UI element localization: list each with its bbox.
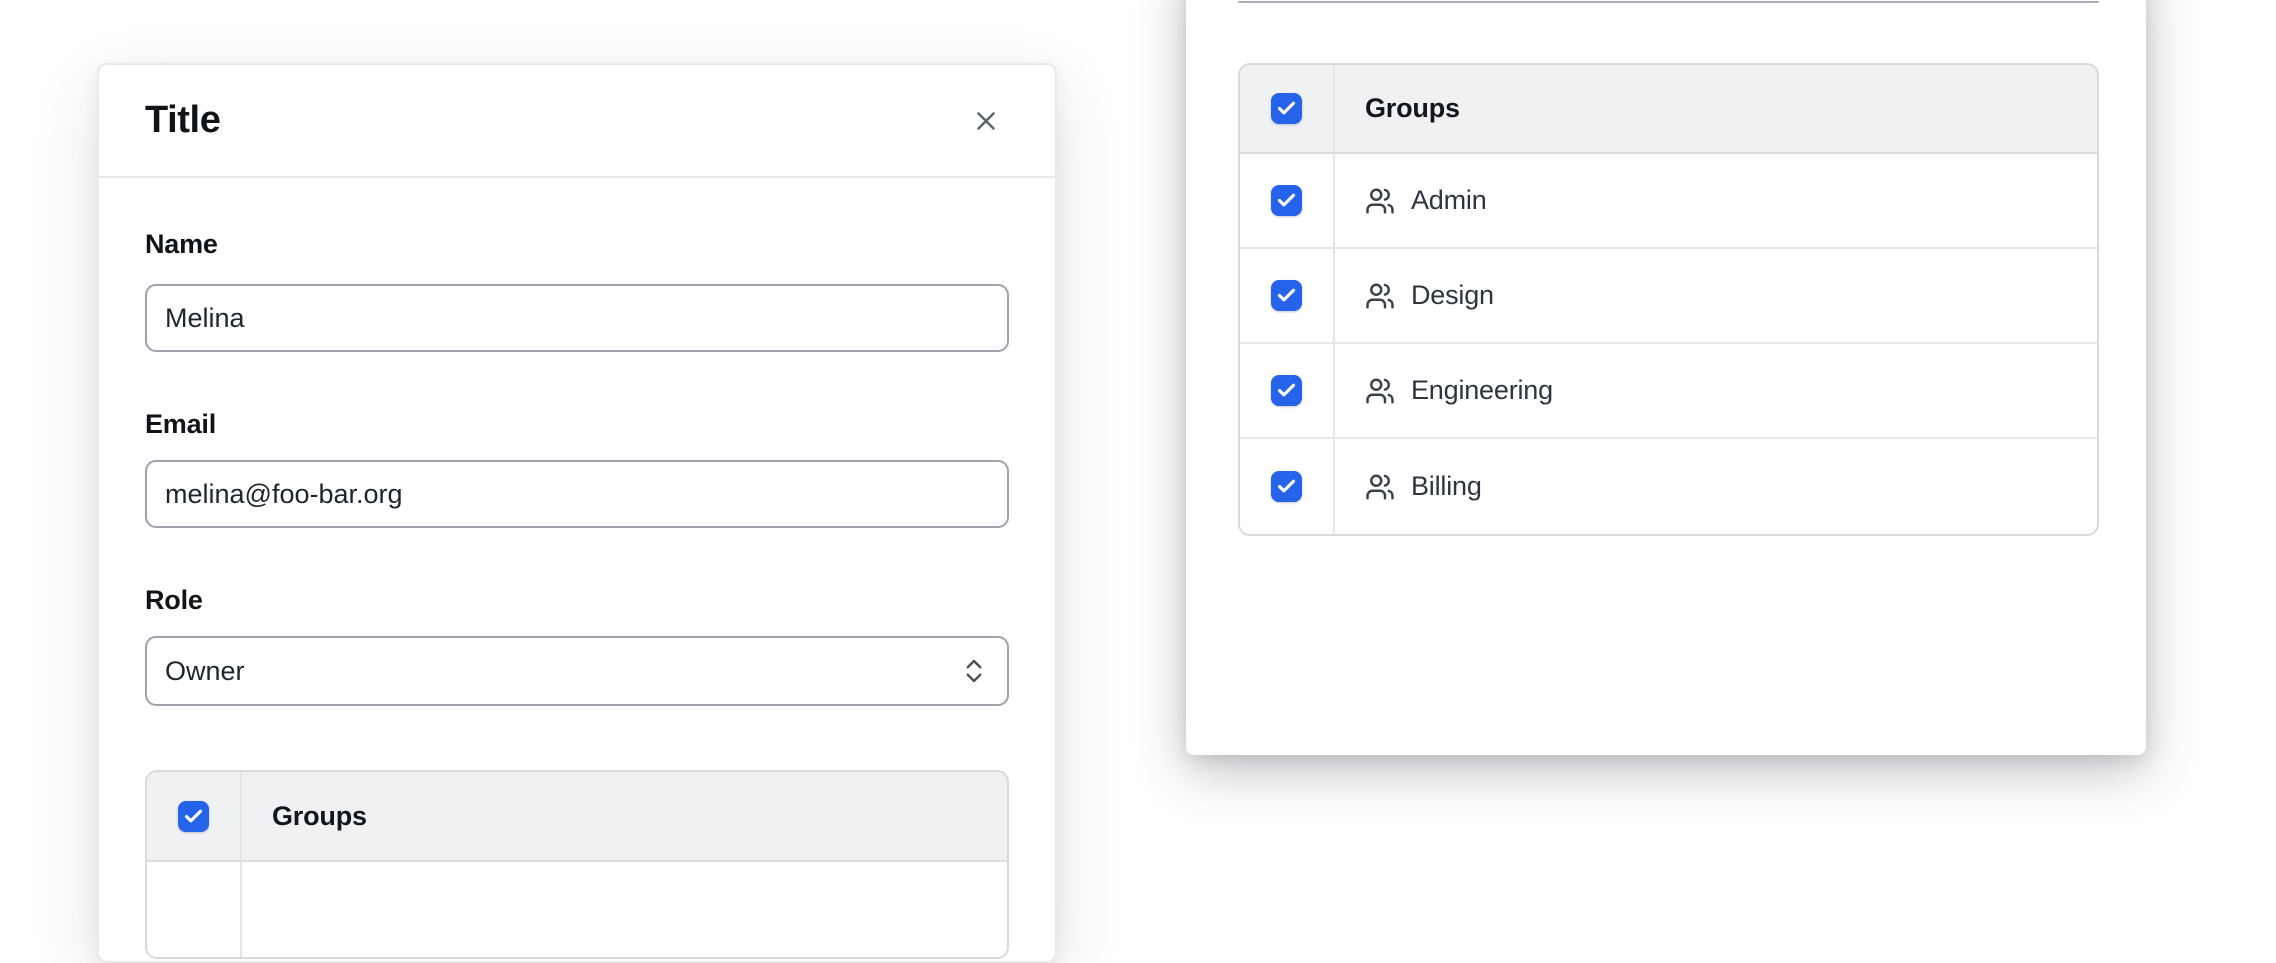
group-name: Design xyxy=(1411,280,1494,311)
table-row xyxy=(147,862,1007,957)
role-select-value: Owner xyxy=(165,656,245,687)
group-name: Admin xyxy=(1411,185,1487,216)
groups-header-label: Groups xyxy=(242,772,1007,860)
table-row-billing: Billing xyxy=(1240,439,2097,534)
header-checkbox-cell xyxy=(147,772,242,860)
row-label-cell: Engineering xyxy=(1335,344,2097,437)
groups-table-header: Groups xyxy=(1240,65,2097,154)
check-icon xyxy=(1276,476,1297,497)
role-select[interactable]: Owner xyxy=(145,636,1009,706)
row-label-cell xyxy=(242,862,1007,957)
row-checkbox-cell xyxy=(1240,249,1335,342)
row-label-cell: Design xyxy=(1335,249,2097,342)
row-checkbox[interactable] xyxy=(1271,471,1302,502)
check-icon xyxy=(183,806,204,827)
select-all-checkbox[interactable] xyxy=(1271,93,1302,124)
select-all-checkbox[interactable] xyxy=(178,801,209,832)
row-checkbox-cell xyxy=(1240,154,1335,247)
groups-detail-panel: Groups Admin xyxy=(1186,0,2146,755)
row-checkbox-cell xyxy=(147,862,242,957)
name-label: Name xyxy=(145,228,1009,260)
row-checkbox[interactable] xyxy=(1271,185,1302,216)
groups-table: Groups Admin xyxy=(1238,63,2099,536)
role-label: Role xyxy=(145,584,1009,616)
table-row-admin: Admin xyxy=(1240,154,2097,249)
close-button[interactable] xyxy=(969,104,1003,138)
row-checkbox-cell xyxy=(1240,344,1335,437)
check-icon xyxy=(1276,380,1297,401)
check-icon xyxy=(1276,285,1297,306)
groups-table: Groups xyxy=(145,770,1009,959)
row-checkbox[interactable] xyxy=(1271,280,1302,311)
row-label-cell: Admin xyxy=(1335,154,2097,247)
check-icon xyxy=(1276,98,1297,119)
users-icon xyxy=(1365,186,1395,216)
table-row-design: Design xyxy=(1240,249,2097,344)
groups-header-label: Groups xyxy=(1335,65,2097,152)
table-row-engineering: Engineering xyxy=(1240,344,2097,439)
check-icon xyxy=(1276,190,1297,211)
users-icon xyxy=(1365,376,1395,406)
users-icon xyxy=(1365,472,1395,502)
user-edit-modal: Title Name Email Role Owner xyxy=(97,63,1057,963)
name-input[interactable] xyxy=(145,284,1009,352)
modal-title: Title xyxy=(145,99,220,142)
users-icon xyxy=(1365,281,1395,311)
email-input[interactable] xyxy=(145,460,1009,528)
x-icon xyxy=(971,106,1001,136)
chevrons-up-down-icon xyxy=(959,656,989,686)
group-name: Engineering xyxy=(1411,375,1553,406)
group-name: Billing xyxy=(1411,471,1482,502)
groups-table-header: Groups xyxy=(147,772,1007,862)
header-checkbox-cell xyxy=(1240,65,1335,152)
row-checkbox-cell xyxy=(1240,439,1335,534)
modal-header: Title xyxy=(99,65,1055,178)
modal-body: Name Email Role Owner Groups xyxy=(99,228,1055,959)
scrolled-element-edge xyxy=(1238,1,2099,3)
screen: Title Name Email Role Owner xyxy=(0,0,2276,874)
row-checkbox[interactable] xyxy=(1271,375,1302,406)
email-label: Email xyxy=(145,408,1009,440)
row-label-cell: Billing xyxy=(1335,439,2097,534)
